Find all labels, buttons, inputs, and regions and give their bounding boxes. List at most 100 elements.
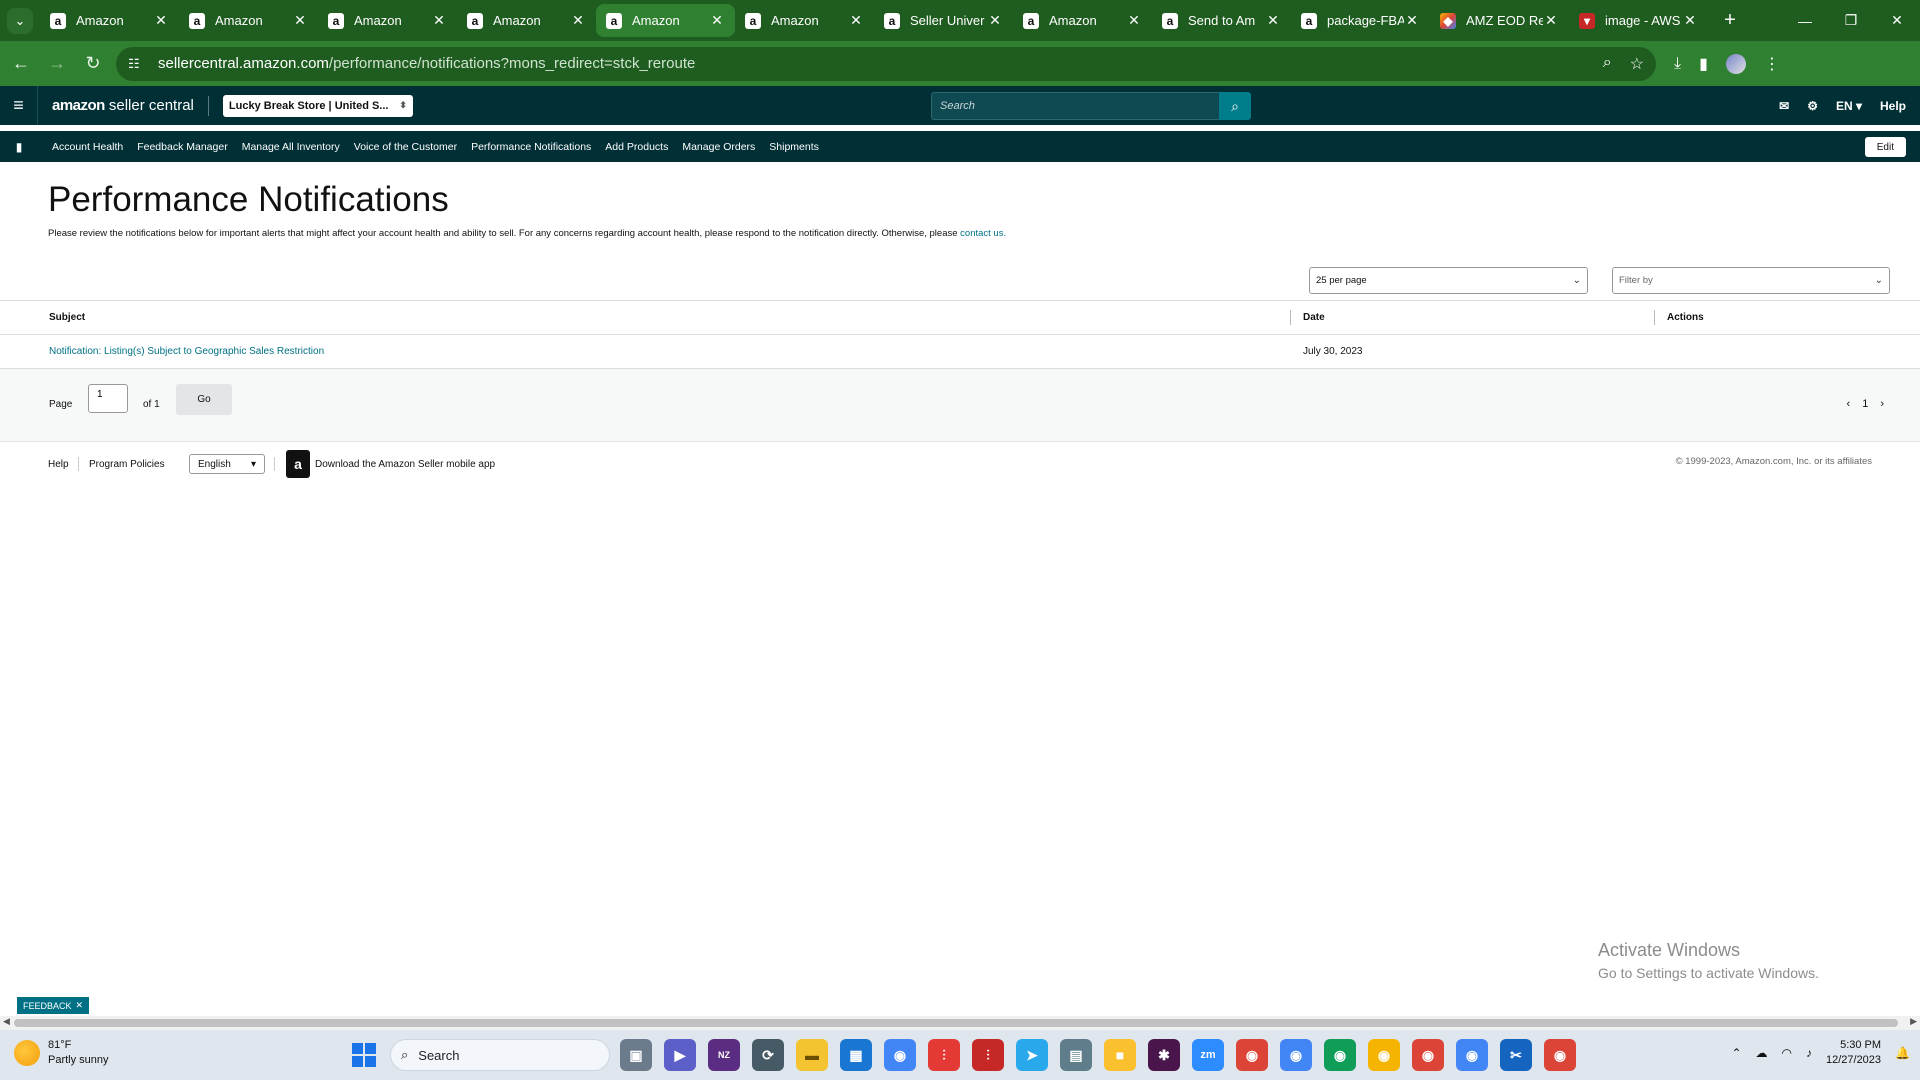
amazon-app-icon[interactable]: a: [286, 450, 310, 478]
close-window-icon[interactable]: ✕: [1874, 0, 1920, 41]
bookmark-icon[interactable]: ▮: [0, 140, 38, 154]
chart-app-icon-2[interactable]: ⫶: [972, 1039, 1004, 1071]
teams-icon[interactable]: ▶: [664, 1039, 696, 1071]
task-view-icon[interactable]: ▣: [620, 1039, 652, 1071]
browser-tab[interactable]: a Seller Univer ✕: [874, 4, 1013, 37]
tab-close-icon[interactable]: ✕: [1126, 12, 1142, 29]
tab-close-icon[interactable]: ✕: [292, 12, 308, 29]
nav-item[interactable]: Add Products: [605, 141, 668, 153]
back-icon[interactable]: ←: [6, 49, 36, 79]
scroll-left-icon[interactable]: ◀: [3, 1016, 10, 1027]
scroll-right-icon[interactable]: ▶: [1910, 1016, 1917, 1027]
seller-central-logo[interactable]: amazon seller central: [52, 97, 194, 114]
nav-item[interactable]: Account Health: [52, 141, 123, 153]
tab-search-button[interactable]: ⌄: [0, 0, 40, 41]
browser-tab[interactable]: a Amazon ✕: [318, 4, 457, 37]
download-app-link[interactable]: Download the Amazon Seller mobile app: [315, 459, 495, 470]
snipping-tool-icon[interactable]: ✂: [1500, 1039, 1532, 1071]
windows-start-icon[interactable]: [352, 1043, 376, 1067]
bookmark-star-icon[interactable]: ☆: [1630, 54, 1644, 74]
horizontal-scrollbar[interactable]: ◀ ▶: [0, 1016, 1920, 1030]
reload-icon[interactable]: ↻: [78, 49, 108, 79]
tab-close-icon[interactable]: ✕: [1404, 12, 1420, 29]
slack-icon[interactable]: ✱: [1148, 1039, 1180, 1071]
tab-close-icon[interactable]: ✕: [153, 12, 169, 29]
per-page-select[interactable]: 25 per page ⌄: [1309, 267, 1588, 294]
wifi-icon[interactable]: ◠: [1782, 1046, 1792, 1060]
chrome-profile-icon-4[interactable]: ◉: [1368, 1039, 1400, 1071]
chevron-left-icon[interactable]: ‹: [1847, 398, 1851, 410]
chart-app-icon[interactable]: ⫶: [928, 1039, 960, 1071]
column-header-subject[interactable]: Subject: [49, 312, 85, 323]
site-info-icon[interactable]: ☷: [128, 56, 146, 72]
chevron-right-icon[interactable]: ›: [1880, 398, 1884, 410]
file-explorer-icon[interactable]: ▬: [796, 1039, 828, 1071]
search-input[interactable]: Search: [931, 92, 1219, 120]
chrome-profile-icon-3[interactable]: ◉: [1324, 1039, 1356, 1071]
tab-close-icon[interactable]: ✕: [709, 12, 725, 29]
language-selector[interactable]: EN ▾: [1836, 99, 1862, 113]
feedback-button[interactable]: FEEDBACK ✕: [17, 997, 90, 1014]
tab-close-icon[interactable]: ✕: [987, 12, 1003, 29]
chrome-profile-icon-5[interactable]: ◉: [1412, 1039, 1444, 1071]
address-bar[interactable]: ☷ sellercentral.amazon.com/performance/n…: [116, 46, 1656, 81]
calculator-icon[interactable]: ▤: [1060, 1039, 1092, 1071]
footer-language-select[interactable]: English ▾: [189, 454, 265, 474]
download-icon[interactable]: ⤓: [1674, 55, 1681, 73]
search-button[interactable]: ⌕: [1219, 92, 1251, 120]
footer-help-link[interactable]: Help: [48, 459, 69, 470]
nav-item[interactable]: Voice of the Customer: [354, 141, 457, 153]
new-tab-button[interactable]: +: [1714, 9, 1746, 32]
browser-tab[interactable]: ▾ image - AWS ✕: [1569, 4, 1708, 37]
calendar-icon[interactable]: ▦: [840, 1039, 872, 1071]
nav-item[interactable]: Feedback Manager: [137, 141, 227, 153]
notification-bell-icon[interactable]: 🔔: [1895, 1046, 1910, 1060]
nav-item[interactable]: Performance Notifications: [471, 141, 591, 153]
notification-subject-link[interactable]: Notification: Listing(s) Subject to Geog…: [49, 346, 324, 357]
chrome-profile-icon-2[interactable]: ◉: [1280, 1039, 1312, 1071]
chrome-profile-icon-6[interactable]: ◉: [1456, 1039, 1488, 1071]
browser-tab[interactable]: a Amazon ✕: [1013, 4, 1152, 37]
chrome-menu-icon[interactable]: ⋮: [1764, 54, 1780, 74]
minimize-icon[interactable]: —: [1782, 0, 1828, 41]
hamburger-menu-icon[interactable]: ≡: [0, 86, 38, 125]
zoom-app-icon[interactable]: zm: [1192, 1039, 1224, 1071]
forward-icon[interactable]: →: [42, 49, 72, 79]
side-panel-icon[interactable]: ▮: [1699, 54, 1708, 74]
tab-close-icon[interactable]: ✕: [1265, 12, 1281, 29]
tab-close-icon[interactable]: ✕: [1543, 12, 1559, 29]
contact-us-link[interactable]: contact us.: [960, 228, 1006, 239]
browser-tab[interactable]: a Amazon ✕: [596, 4, 735, 37]
program-policies-link[interactable]: Program Policies: [89, 459, 165, 470]
chrome-profile-icon-7[interactable]: ◉: [1544, 1039, 1576, 1071]
sticky-notes-icon[interactable]: ■: [1104, 1039, 1136, 1071]
tab-close-icon[interactable]: ✕: [431, 12, 447, 29]
restore-icon[interactable]: ❐: [1828, 0, 1874, 41]
help-link[interactable]: Help: [1880, 99, 1906, 113]
browser-tab[interactable]: ◆ AMZ EOD Re ✕: [1430, 4, 1569, 37]
refresh-app-icon[interactable]: ⟳: [752, 1039, 784, 1071]
tab-close-icon[interactable]: ✕: [848, 12, 864, 29]
browser-tab[interactable]: a Amazon ✕: [179, 4, 318, 37]
volume-icon[interactable]: ♪: [1806, 1046, 1812, 1060]
go-button[interactable]: Go: [176, 384, 232, 415]
tab-close-icon[interactable]: ✕: [570, 12, 586, 29]
nav-item[interactable]: Shipments: [769, 141, 819, 153]
profile-avatar[interactable]: [1725, 53, 1746, 74]
chrome-profile-icon[interactable]: ◉: [1236, 1039, 1268, 1071]
onedrive-icon[interactable]: ☁: [1756, 1046, 1768, 1060]
weather-widget[interactable]: 81°F Partly sunny: [14, 1038, 109, 1068]
filter-select[interactable]: Filter by ⌄: [1612, 267, 1890, 294]
column-header-date[interactable]: Date: [1303, 312, 1325, 323]
nav-item[interactable]: Manage Orders: [682, 141, 755, 153]
browser-tab[interactable]: a Amazon ✕: [457, 4, 596, 37]
zoom-icon[interactable]: ⌕: [1603, 54, 1612, 74]
nzxt-icon[interactable]: NZ: [708, 1039, 740, 1071]
browser-tab[interactable]: a package-FBA ✕: [1291, 4, 1430, 37]
browser-tab[interactable]: a Amazon ✕: [40, 4, 179, 37]
close-icon[interactable]: ✕: [76, 1000, 84, 1011]
edit-nav-button[interactable]: Edit: [1864, 137, 1906, 157]
browser-tab[interactable]: a Send to Am ✕: [1152, 4, 1291, 37]
current-page[interactable]: 1: [1862, 398, 1868, 410]
mail-icon[interactable]: ✉: [1779, 99, 1789, 113]
